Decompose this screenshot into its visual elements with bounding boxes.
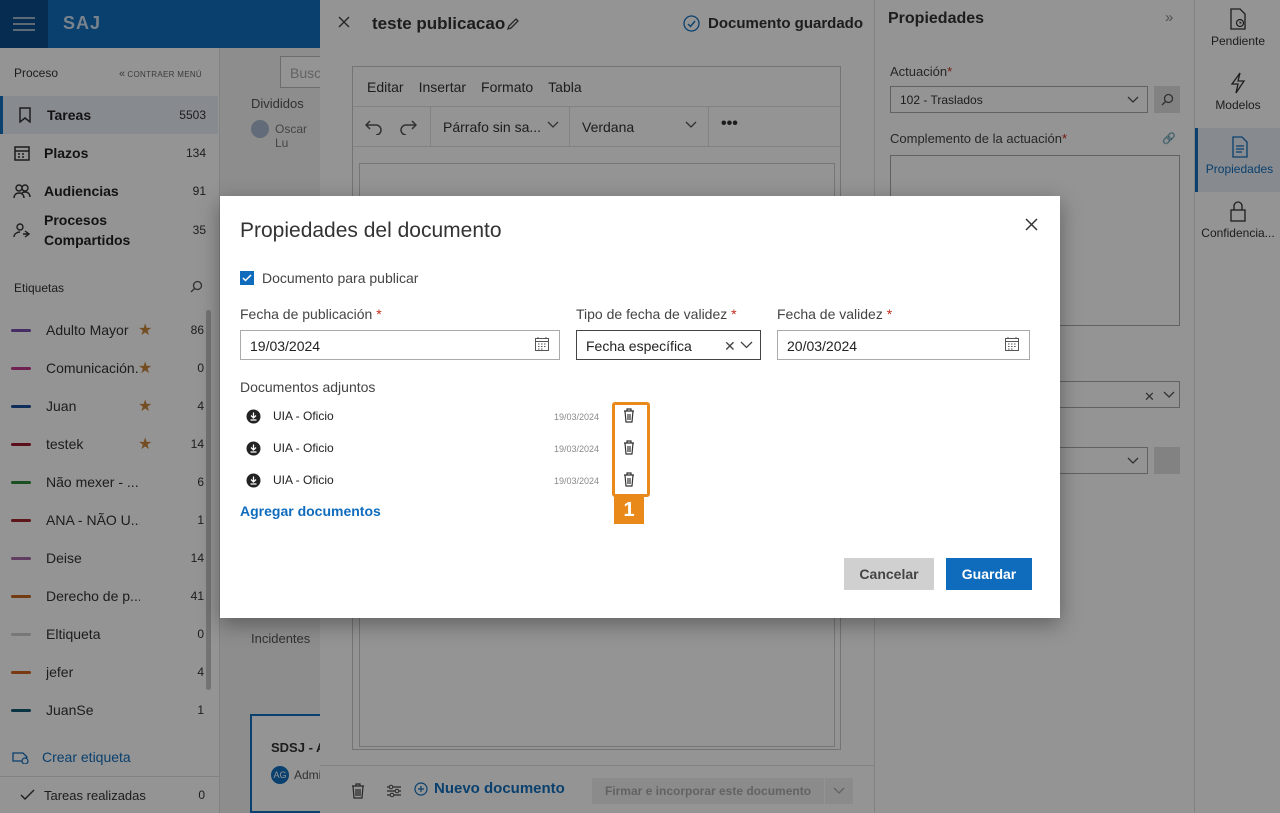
attachment-date: 19/03/2024: [554, 476, 600, 486]
publish-checkbox[interactable]: Documento para publicar: [240, 270, 418, 286]
callout-highlight-box: [612, 402, 650, 497]
download-icon[interactable]: [246, 473, 261, 488]
document-properties-dialog: Propiedades del documento Documento para…: [220, 196, 1060, 618]
fecha-publicacion-input[interactable]: 19/03/2024: [240, 330, 560, 360]
attachment-row: UIA - Oficio 19/03/2024: [244, 472, 644, 492]
fecha-validez-input[interactable]: 20/03/2024: [777, 330, 1030, 360]
close-icon[interactable]: [1025, 218, 1038, 231]
attachments-label: Documentos adjuntos: [240, 379, 376, 395]
checkbox-checked-icon: [240, 271, 254, 285]
attachment-name[interactable]: UIA - Oficio: [273, 473, 334, 487]
callout-number-badge: 1: [614, 497, 644, 524]
attachment-row: UIA - Oficio 19/03/2024: [244, 440, 644, 460]
attachment-date: 19/03/2024: [554, 444, 600, 454]
clear-icon[interactable]: ✕: [724, 338, 736, 355]
fecha-validez-label: Fecha de validez *: [777, 306, 893, 322]
fecha-publicacion-label: Fecha de publicación *: [240, 306, 382, 322]
chevron-down-icon: [740, 341, 753, 349]
dialog-title: Propiedades del documento: [240, 219, 502, 242]
download-icon[interactable]: [246, 441, 261, 456]
attachment-date: 19/03/2024: [554, 412, 600, 422]
cancel-button[interactable]: Cancelar: [844, 558, 934, 590]
save-button[interactable]: Guardar: [946, 558, 1032, 590]
add-documents-link[interactable]: Agregar documentos: [240, 503, 381, 519]
attachment-name[interactable]: UIA - Oficio: [273, 441, 334, 455]
attachment-row: UIA - Oficio 19/03/2024: [244, 408, 644, 428]
attachment-name[interactable]: UIA - Oficio: [273, 409, 334, 423]
tipo-fecha-label: Tipo de fecha de validez *: [576, 306, 737, 322]
calendar-icon[interactable]: [535, 337, 549, 351]
download-icon[interactable]: [246, 409, 261, 424]
calendar-icon[interactable]: [1005, 337, 1019, 351]
